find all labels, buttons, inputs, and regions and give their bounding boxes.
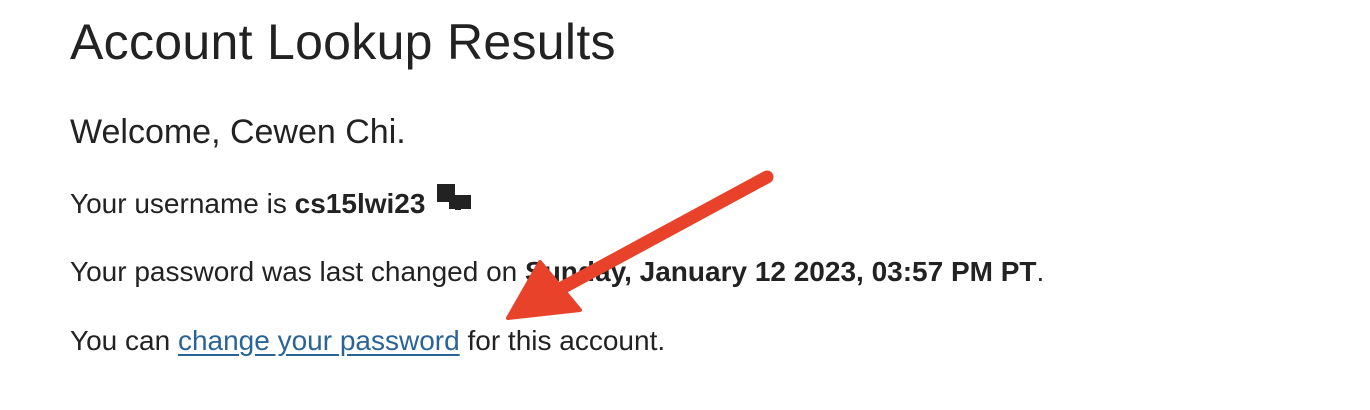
- welcome-message: Welcome, Cewen Chi.: [70, 113, 406, 151]
- change-password-line: You can change your password for this ac…: [70, 323, 665, 359]
- password-prefix: Your password was last changed on: [70, 256, 526, 287]
- password-suffix: .: [1036, 256, 1045, 287]
- password-changed-date: Sunday, January 12 2023, 03:57 PM PT: [525, 256, 1037, 287]
- account-lookup-page: Account Lookup Results Welcome, Cewen Ch…: [0, 0, 1370, 410]
- username-value: cs15lwi23: [294, 188, 426, 219]
- copy-icon[interactable]: [435, 182, 477, 221]
- username-prefix: Your username is: [70, 188, 295, 219]
- change-prefix: You can: [70, 325, 178, 356]
- password-changed-line: Your password was last changed on Sunday…: [70, 254, 1044, 290]
- username-line: Your username is cs15lwi23: [70, 184, 477, 225]
- page-title: Account Lookup Results: [70, 14, 616, 70]
- change-suffix: for this account.: [459, 325, 666, 356]
- change-password-link[interactable]: change your password: [178, 325, 460, 356]
